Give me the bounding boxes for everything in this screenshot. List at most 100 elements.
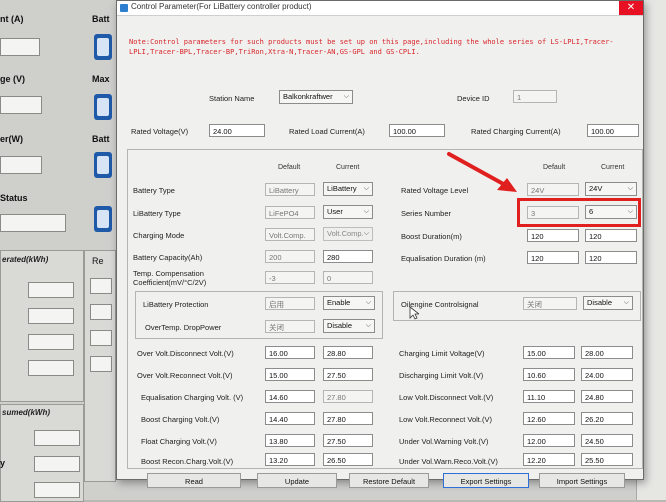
boost-charging-field[interactable]: 27.80 [323, 412, 373, 425]
bg-box [34, 456, 80, 472]
import-settings-button[interactable]: Import Settings [539, 473, 625, 488]
over-volt-disconnect-default: 16.00 [265, 346, 315, 359]
libattery-protection-dropdown[interactable]: Enable ⌵ [323, 296, 375, 310]
charging-mode-dropdown[interactable]: Volt.Comp. ⌵ [323, 227, 373, 241]
charging-limit-label: Charging Limit Voltage(V) [399, 349, 485, 358]
battery-capacity-label: Battery Capacity(Ah) [133, 253, 203, 262]
charging-mode-current: Volt.Comp. [327, 229, 364, 238]
bg-box [34, 430, 80, 446]
boost-charging-label: Boost Charging Volt.(V) [141, 415, 220, 424]
battery-icon [94, 206, 112, 232]
overtemp-droppower-dropdown[interactable]: Disable ⌵ [323, 319, 375, 333]
boost-duration-field[interactable]: 120 [585, 229, 637, 242]
bg-power-box [0, 156, 42, 174]
battery-capacity-default: 200 [265, 250, 315, 263]
battery-icon [94, 94, 112, 120]
discharging-limit-field[interactable]: 24.00 [581, 368, 633, 381]
boost-recon-default: 13.20 [265, 453, 315, 466]
close-icon[interactable]: ✕ [619, 1, 643, 15]
over-volt-disconnect-field[interactable]: 28.80 [323, 346, 373, 359]
export-settings-button[interactable]: Export Settings [443, 473, 529, 488]
libattery-type-dropdown[interactable]: User ⌵ [323, 205, 373, 219]
under-vol-warning-label: Under Vol.Warning Volt.(V) [399, 437, 489, 446]
station-name-dropdown[interactable]: Balkonkraftwer ⌵ [279, 90, 353, 104]
bg-voltage-box [0, 96, 42, 114]
overtemp-droppower-label: OverTemp. DropPower [145, 323, 222, 332]
bg-label-max: Max [92, 74, 110, 84]
rated-charging-current-label: Rated Charging Current(A) [471, 127, 561, 136]
low-volt-reconnect-field[interactable]: 26.20 [581, 412, 633, 425]
under-vol-warn-reco-field[interactable]: 25.50 [581, 453, 633, 466]
bg-box [28, 282, 74, 298]
overtemp-droppower-current: Disable [327, 321, 353, 330]
float-charging-label: Float Charging Volt.(V) [141, 437, 217, 446]
bg-label-y: y [0, 458, 6, 468]
restore-default-button[interactable]: Restore Default [349, 473, 429, 488]
bg-label-current: nt (A) [0, 14, 24, 24]
right-current-header: Current [601, 164, 625, 171]
libattery-protection-current: Enable [327, 298, 351, 307]
libattery-type-label: LiBattery Type [133, 209, 181, 218]
update-button[interactable]: Update [257, 473, 337, 488]
chevron-down-icon: ⌵ [363, 230, 369, 237]
series-number-label: Series Number [401, 209, 452, 218]
battery-type-default: LiBattery [265, 183, 315, 196]
device-id-field[interactable]: 1 [513, 90, 557, 103]
low-volt-disconnect-label: Low Volt.Disconnect Volt.(V) [399, 393, 494, 402]
float-charging-field[interactable]: 27.50 [323, 434, 373, 447]
oilengine-current: Disable [587, 298, 613, 307]
low-volt-reconnect-default: 12.60 [523, 412, 575, 425]
temp-comp-field[interactable]: 0 [323, 271, 373, 284]
equalisation-charging-field[interactable]: 27.80 [323, 390, 373, 403]
dialog-title: Control Parameter(For LiBattery controll… [131, 2, 312, 11]
note-text: Note:Control parameters for such product… [129, 38, 614, 56]
bg-status-box [0, 214, 66, 232]
under-vol-warn-reco-label: Under Vol.Warn.Reco.Volt.(V) [399, 457, 498, 466]
read-button[interactable]: Read [147, 473, 241, 488]
rated-charging-current-field[interactable]: 100.00 [587, 124, 639, 137]
libattery-protection-label: LiBattery Protection [143, 300, 209, 309]
under-vol-warn-reco-default: 12.20 [523, 453, 575, 466]
rated-voltage-field[interactable]: 24.00 [209, 124, 265, 137]
mouse-cursor-icon [409, 306, 419, 320]
over-volt-disconnect-label: Over Volt.Disconnect Volt.(V) [137, 349, 234, 358]
chevron-down-icon: ⌵ [623, 299, 629, 306]
rated-voltage-label: Rated Voltage(V) [131, 127, 189, 136]
app-icon [120, 4, 128, 12]
rated-voltage-level-default: 24V [527, 183, 579, 196]
low-volt-disconnect-field[interactable]: 24.80 [581, 390, 633, 403]
discharging-limit-default: 10.60 [523, 368, 575, 381]
boost-duration-label: Boost Duration(m) [401, 232, 462, 241]
bg-label-voltage: ge (V) [0, 74, 26, 84]
equalisation-charging-label: Equalisation Charging Volt. (V) [141, 393, 244, 402]
chevron-down-icon: ⌵ [363, 185, 369, 192]
charging-limit-field[interactable]: 28.00 [581, 346, 633, 359]
bg-label-batt-1: Batt [92, 14, 110, 24]
battery-type-dropdown[interactable]: LiBattery ⌵ [323, 182, 373, 196]
rated-load-current-field[interactable]: 100.00 [389, 124, 445, 137]
bg-label-batt-2: Batt [92, 134, 110, 144]
bg-label-consumed: sumed(kWh) [2, 408, 50, 417]
boost-recon-field[interactable]: 26.50 [323, 453, 373, 466]
chevron-down-icon: ⌵ [365, 322, 371, 329]
bg-label-status: Status [0, 193, 28, 203]
under-vol-warning-field[interactable]: 24.50 [581, 434, 633, 447]
left-default-header: Default [278, 164, 301, 171]
discharging-limit-label: Discharging Limit Volt.(V) [399, 371, 484, 380]
bg-generated-panel [0, 250, 84, 402]
bg-box [90, 330, 112, 346]
oilengine-dropdown[interactable]: Disable ⌵ [583, 296, 633, 310]
chevron-down-icon: ⌵ [343, 93, 349, 100]
low-volt-reconnect-label: Low Volt.Reconnect Volt.(V) [399, 415, 492, 424]
bg-box [90, 304, 112, 320]
bg-box [90, 278, 112, 294]
battery-capacity-field[interactable]: 280 [323, 250, 373, 263]
temp-comp-default: -3 [265, 271, 315, 284]
charging-limit-default: 15.00 [523, 346, 575, 359]
over-volt-reconnect-field[interactable]: 27.50 [323, 368, 373, 381]
equalisation-duration-field[interactable]: 120 [585, 251, 637, 264]
equalisation-duration-label: Equalisation Duration (m) [401, 254, 486, 263]
battery-type-current: LiBattery [327, 184, 357, 193]
rated-voltage-level-dropdown[interactable]: 24V ⌵ [585, 182, 637, 196]
bg-box [28, 308, 74, 324]
